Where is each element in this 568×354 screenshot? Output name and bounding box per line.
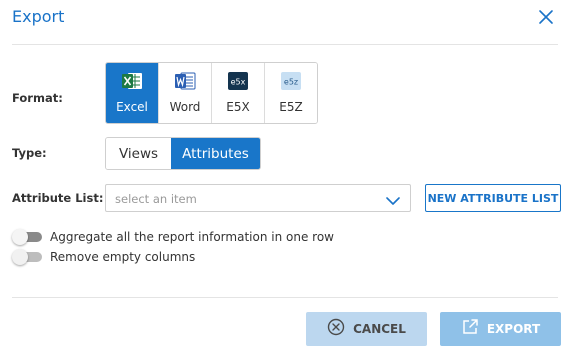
remove-empty-columns-toggle-row: Remove empty columns: [12, 249, 195, 265]
toggle-knob: [12, 249, 28, 265]
format-option-e5x[interactable]: e5x E5X: [212, 63, 265, 123]
dialog-title: Export: [12, 7, 65, 26]
attribute-list-placeholder: select an item: [115, 192, 197, 206]
e5x-icon: e5x: [227, 70, 249, 92]
format-option-label: Excel: [116, 100, 148, 114]
remove-empty-columns-toggle[interactable]: [12, 249, 44, 265]
aggregate-toggle[interactable]: [12, 229, 44, 245]
excel-icon: [121, 70, 143, 92]
format-option-label: E5X: [226, 100, 250, 114]
cancel-circle-x-icon: [327, 318, 345, 341]
format-selector: Excel Word e5x E5X e5z E5Z: [105, 62, 318, 124]
attribute-list-select[interactable]: select an item: [105, 184, 411, 212]
svg-text:e5z: e5z: [284, 78, 298, 87]
svg-text:e5x: e5x: [231, 78, 246, 87]
new-attribute-list-button[interactable]: NEW ATTRIBUTE LIST: [425, 184, 561, 212]
format-option-e5z[interactable]: e5z E5Z: [265, 63, 317, 123]
toggle-knob: [12, 229, 28, 245]
type-selector: Views Attributes: [105, 137, 261, 170]
export-button-label: EXPORT: [486, 322, 541, 336]
export-dialog: Export Format: Excel Word e5x E5X e5z E5…: [0, 0, 568, 354]
aggregate-toggle-label: Aggregate all the report information in …: [50, 230, 334, 244]
type-option-attributes[interactable]: Attributes: [171, 138, 260, 169]
type-label: Type:: [12, 146, 47, 160]
cancel-button-label: CANCEL: [353, 322, 406, 336]
close-icon[interactable]: [536, 7, 556, 27]
format-option-label: Word: [169, 100, 201, 114]
format-option-excel[interactable]: Excel: [106, 63, 159, 123]
chevron-down-icon: [386, 193, 400, 205]
header-divider: [12, 44, 558, 45]
format-option-word[interactable]: Word: [159, 63, 212, 123]
export-external-icon: [461, 318, 479, 341]
format-label: Format:: [12, 91, 63, 105]
aggregate-toggle-row: Aggregate all the report information in …: [12, 229, 334, 245]
attribute-list-label: Attribute List:: [12, 191, 104, 205]
format-option-label: E5Z: [279, 100, 303, 114]
remove-empty-columns-label: Remove empty columns: [50, 250, 196, 264]
footer-divider: [12, 297, 558, 298]
type-option-views[interactable]: Views: [106, 138, 171, 169]
export-button[interactable]: EXPORT: [440, 312, 561, 346]
e5z-icon: e5z: [280, 70, 302, 92]
cancel-button[interactable]: CANCEL: [306, 312, 427, 346]
word-icon: [174, 70, 196, 92]
